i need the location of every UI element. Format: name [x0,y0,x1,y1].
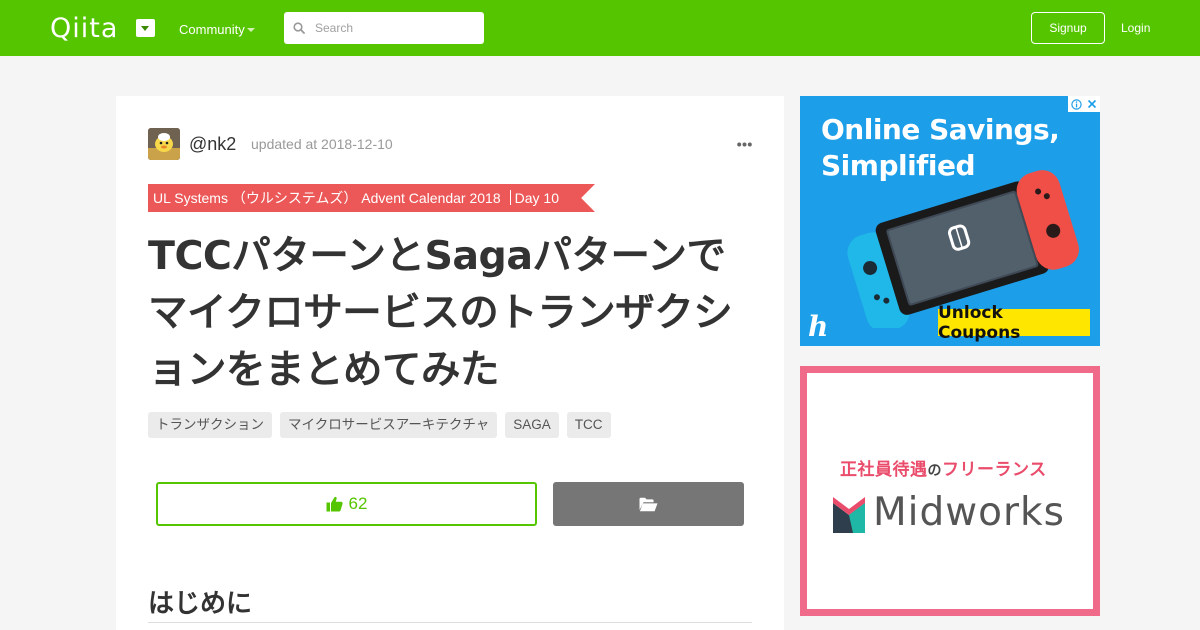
heading-divider [148,622,752,623]
calendar-day: Day 10 [514,190,559,206]
tag-item[interactable]: マイクロサービスアーキテクチャ [280,412,498,438]
signup-button[interactable]: Signup [1031,12,1105,44]
updated-date: updated at 2018-12-10 [251,136,393,152]
qiita-logo[interactable]: Qiita [50,13,118,44]
midworks-logo-icon [833,497,865,533]
more-icon[interactable] [737,142,752,147]
ad-choices[interactable] [1068,96,1100,112]
like-button[interactable]: 62 [156,482,537,526]
login-link[interactable]: Login [1121,21,1150,35]
avatar[interactable] [148,128,180,160]
ad-brand-logo: h [808,310,829,343]
unlock-coupons-button[interactable]: Unlock Coupons [938,303,1090,343]
ad-headline-line: Online Savings, [821,113,1060,146]
author-name[interactable]: @nk2 [189,134,236,155]
ad-tagline-part: フリーランス [942,460,1047,480]
ad-tagline-part: の [927,463,942,479]
tag-item[interactable]: SAGA [505,412,559,438]
search-icon [293,22,305,34]
chevron-down-icon [247,28,255,32]
tag-item[interactable]: TCC [566,412,611,438]
ad-info-icon[interactable] [1071,98,1082,110]
stock-button[interactable] [553,482,744,526]
ad-tagline-part: 正社員待遇 [840,460,928,480]
logo-dropdown-icon[interactable] [136,19,155,37]
ad-close-icon[interactable] [1087,99,1097,109]
search-input[interactable] [284,12,484,44]
global-header: Qiita Community Signup Login [0,0,1200,56]
community-menu[interactable]: Community [179,22,245,37]
advent-calendar-ribbon[interactable]: UL Systems （ウルシステムズ） Advent Calendar 201… [148,184,595,212]
folder-open-icon [639,497,658,511]
tag-item[interactable]: トランザクション [148,412,272,438]
ad-brand-name: Midworks [873,490,1065,535]
thumbs-up-icon [326,496,343,512]
section-heading: はじめに [148,589,253,619]
ad-tagline: 正社員待遇のフリーランス [840,455,1047,480]
calendar-name: UL Systems （ウルシステムズ） Advent Calendar 201… [153,190,501,206]
avatar-image [148,128,180,160]
ribbon-divider [509,190,511,205]
tag-list: トランザクション マイクロサービスアーキテクチャ SAGA TCC [148,412,611,438]
article-title: TCCパターンとSagaパターンでマイクロサービスのトランザクションをまとめてみ… [148,233,733,393]
like-count: 62 [348,494,368,513]
